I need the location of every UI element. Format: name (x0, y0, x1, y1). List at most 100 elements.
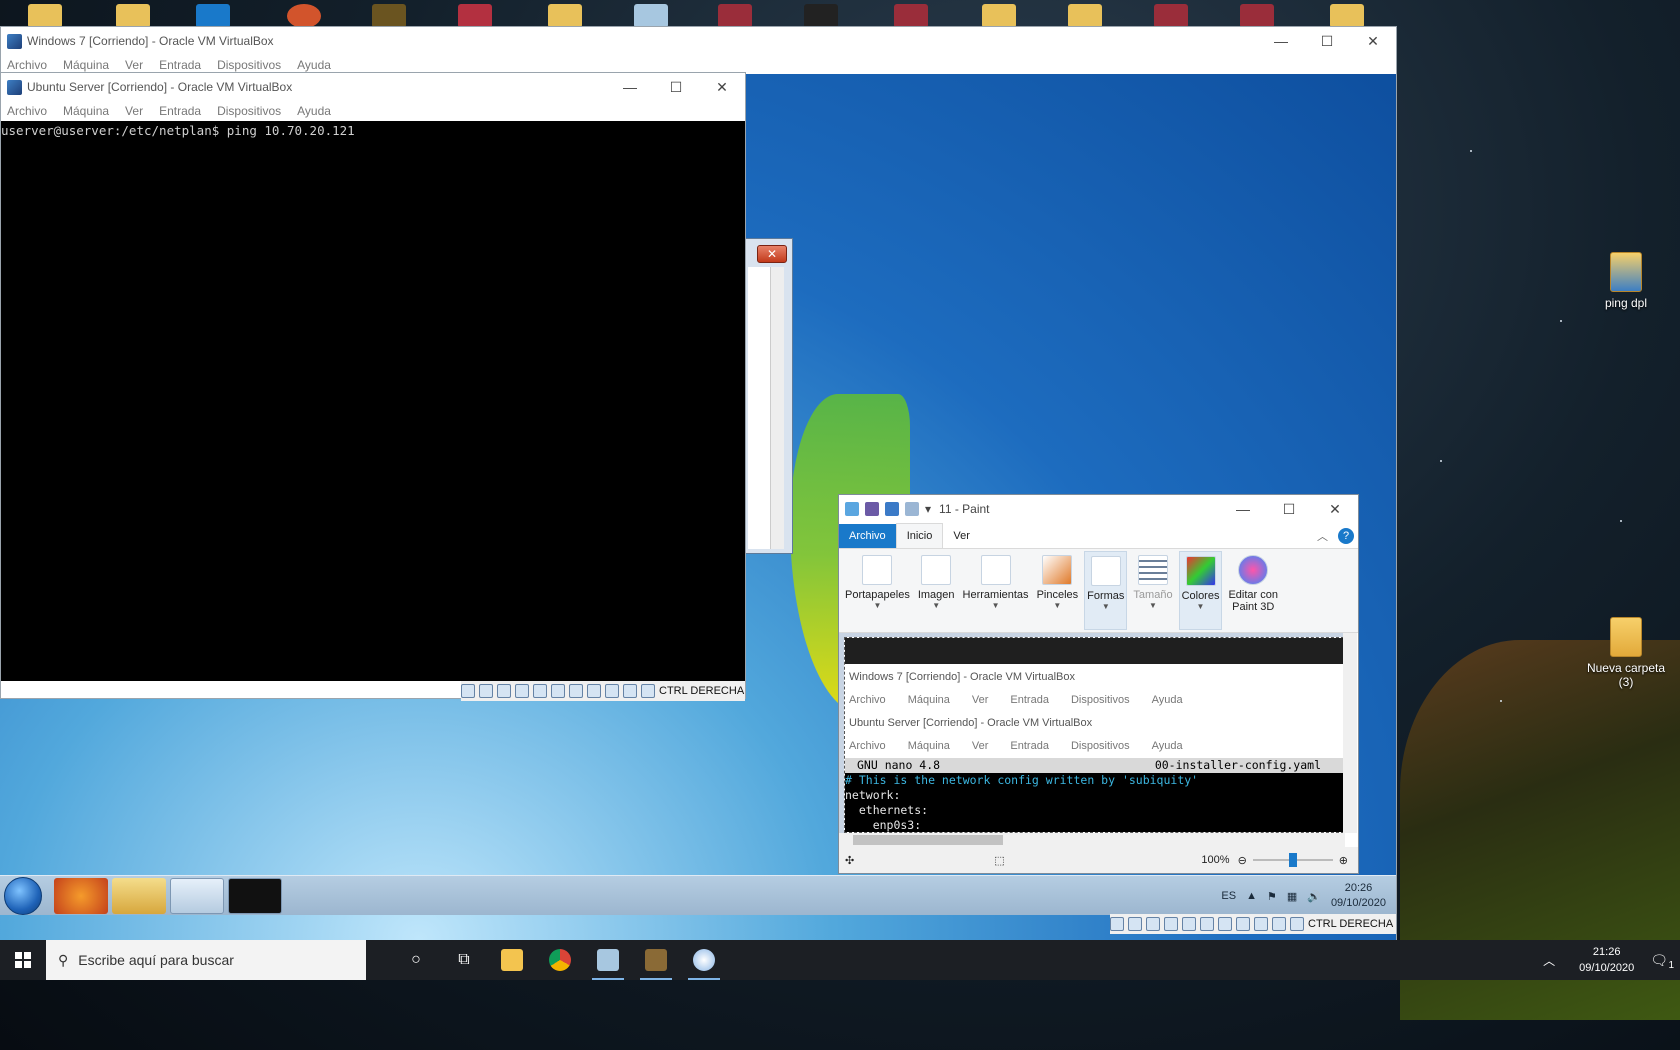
taskbar-paint[interactable] (680, 940, 728, 980)
folder-icon[interactable] (548, 4, 582, 28)
zoom-slider[interactable] (1252, 853, 1333, 867)
menu-maquina[interactable]: Máquina (63, 58, 109, 72)
taskbar-chrome[interactable] (536, 940, 584, 980)
tab-archivo[interactable]: Archivo (839, 523, 896, 548)
mouse-integration-icon[interactable] (623, 684, 637, 698)
audio-icon[interactable] (497, 684, 511, 698)
archive-icon[interactable] (1154, 4, 1188, 28)
zoom-slider-knob[interactable] (1288, 853, 1297, 867)
folder-icon[interactable] (982, 4, 1016, 28)
folder-icon[interactable] (116, 4, 150, 28)
scrollbar-thumb[interactable] (853, 835, 1003, 845)
virtualbox-icon[interactable] (634, 4, 668, 28)
taskbar-winrar[interactable] (632, 940, 680, 980)
host-clock[interactable]: 21:26 09/10/2020 (1569, 944, 1644, 976)
action-center-icon[interactable]: ⚑ (1267, 890, 1277, 903)
menu-ver[interactable]: Ver (125, 58, 143, 72)
zoom-in-icon[interactable]: ⊕ (1339, 854, 1348, 867)
minimize-button[interactable]: — (1220, 495, 1266, 523)
menu-ayuda[interactable]: Ayuda (297, 104, 331, 118)
cmd-icon[interactable] (228, 878, 282, 914)
undo-icon[interactable] (885, 502, 899, 516)
game-icon[interactable] (372, 4, 406, 28)
host-key-label[interactable]: CTRL DERECHA (659, 685, 744, 697)
network-icon[interactable]: ▦ (1287, 890, 1297, 903)
host-key-label[interactable]: CTRL DERECHA (1308, 918, 1393, 930)
tab-inicio[interactable]: Inicio (895, 523, 944, 548)
mouse-integration-icon[interactable] (1272, 917, 1286, 931)
keyboard-icon[interactable] (641, 684, 655, 698)
task-view-icon[interactable]: ⧉ (440, 940, 488, 980)
network-icon[interactable] (1164, 917, 1178, 931)
tray-up-arrow-icon[interactable]: ▲ (1246, 890, 1257, 902)
zoom-out-icon[interactable]: ⊖ (1238, 854, 1247, 867)
keyboard-icon[interactable] (1290, 917, 1304, 931)
win7-clock[interactable]: 20:26 09/10/2020 (1331, 881, 1386, 911)
control-panel-icon[interactable] (170, 878, 224, 914)
paint-titlebar[interactable]: ▾ 11 - Paint — ☐ ✕ (839, 495, 1358, 523)
tray-up-arrow-icon[interactable]: ︿ (1543, 952, 1555, 969)
folder-icon[interactable] (1330, 4, 1364, 28)
cpu-icon[interactable] (1254, 917, 1268, 931)
save-icon[interactable] (865, 502, 879, 516)
archive-icon[interactable] (894, 4, 928, 28)
optical-drive-icon[interactable] (479, 684, 493, 698)
menu-dispositivos[interactable]: Dispositivos (217, 104, 281, 118)
archive-icon[interactable] (1240, 4, 1274, 28)
menu-archivo[interactable]: Archivo (7, 104, 47, 118)
usb-icon[interactable] (1182, 917, 1196, 931)
network-icon[interactable] (515, 684, 529, 698)
origin-icon[interactable] (287, 4, 321, 28)
app-icon[interactable] (458, 4, 492, 28)
folder-icon[interactable] (28, 4, 62, 28)
desktop-icon-nueva-carpeta[interactable]: Nueva carpeta (3) (1581, 617, 1671, 689)
taskbar-file-explorer[interactable] (488, 940, 536, 980)
maximize-button[interactable]: ☐ (1266, 495, 1312, 523)
maximize-button[interactable]: ☐ (1304, 27, 1350, 55)
cpu-icon[interactable] (605, 684, 619, 698)
ribbon-tools[interactable]: Herramientas ▼ (961, 551, 1031, 630)
volume-icon[interactable]: 🔊 (1307, 890, 1321, 903)
minimize-button[interactable]: — (1258, 27, 1304, 55)
ubuntu-terminal[interactable]: userver@userver:/etc/netplan$ ping 10.70… (1, 121, 745, 681)
vertical-scrollbar[interactable] (1343, 633, 1357, 833)
collapse-ribbon-icon[interactable]: ︿ (1317, 528, 1328, 544)
taskbar-virtualbox[interactable] (584, 940, 632, 980)
redo-icon[interactable] (905, 502, 919, 516)
maximize-button[interactable]: ☐ (653, 73, 699, 101)
archive-icon[interactable] (718, 4, 752, 28)
app-icon[interactable] (804, 4, 838, 28)
desktop-icon-ping-dpl[interactable]: ping dpl (1581, 252, 1671, 310)
quick-access-dropdown-icon[interactable]: ▾ (925, 502, 931, 516)
shared-folders-icon[interactable] (551, 684, 565, 698)
app-icon[interactable] (196, 4, 230, 28)
close-button[interactable]: ✕ (1350, 27, 1396, 55)
menu-maquina[interactable]: Máquina (63, 104, 109, 118)
start-button[interactable] (0, 940, 46, 980)
language-indicator[interactable]: ES (1221, 890, 1236, 902)
scrollbar[interactable] (770, 267, 784, 549)
horizontal-scrollbar[interactable] (839, 833, 1345, 847)
menu-entrada[interactable]: Entrada (159, 58, 201, 72)
hdd-icon[interactable] (1110, 917, 1124, 931)
close-button[interactable]: ✕ (757, 245, 787, 263)
ribbon-edit-paint3d[interactable]: Editar con Paint 3D (1226, 551, 1280, 630)
explorer-icon[interactable] (112, 878, 166, 914)
ribbon-colors[interactable]: Colores ▼ (1178, 551, 1223, 630)
menu-archivo[interactable]: Archivo (7, 58, 47, 72)
paint-canvas[interactable]: Windows 7 [Corriendo] - Oracle VM Virtua… (844, 637, 1344, 833)
recording-icon[interactable] (587, 684, 601, 698)
ribbon-brushes[interactable]: Pinceles ▼ (1035, 551, 1081, 630)
folder-icon[interactable] (1068, 4, 1102, 28)
menu-ver[interactable]: Ver (125, 104, 143, 118)
ribbon-image[interactable]: Imagen ▼ (916, 551, 957, 630)
usb-icon[interactable] (533, 684, 547, 698)
cortana-icon[interactable]: ○ (392, 940, 440, 980)
menu-dispositivos[interactable]: Dispositivos (217, 58, 281, 72)
close-button[interactable]: ✕ (1312, 495, 1358, 523)
ribbon-shapes[interactable]: Formas ▼ (1084, 551, 1128, 630)
ubuntu-vm-titlebar[interactable]: Ubuntu Server [Corriendo] - Oracle VM Vi… (1, 73, 745, 101)
start-orb-button[interactable] (4, 877, 42, 915)
menu-ayuda[interactable]: Ayuda (297, 58, 331, 72)
menu-entrada[interactable]: Entrada (159, 104, 201, 118)
